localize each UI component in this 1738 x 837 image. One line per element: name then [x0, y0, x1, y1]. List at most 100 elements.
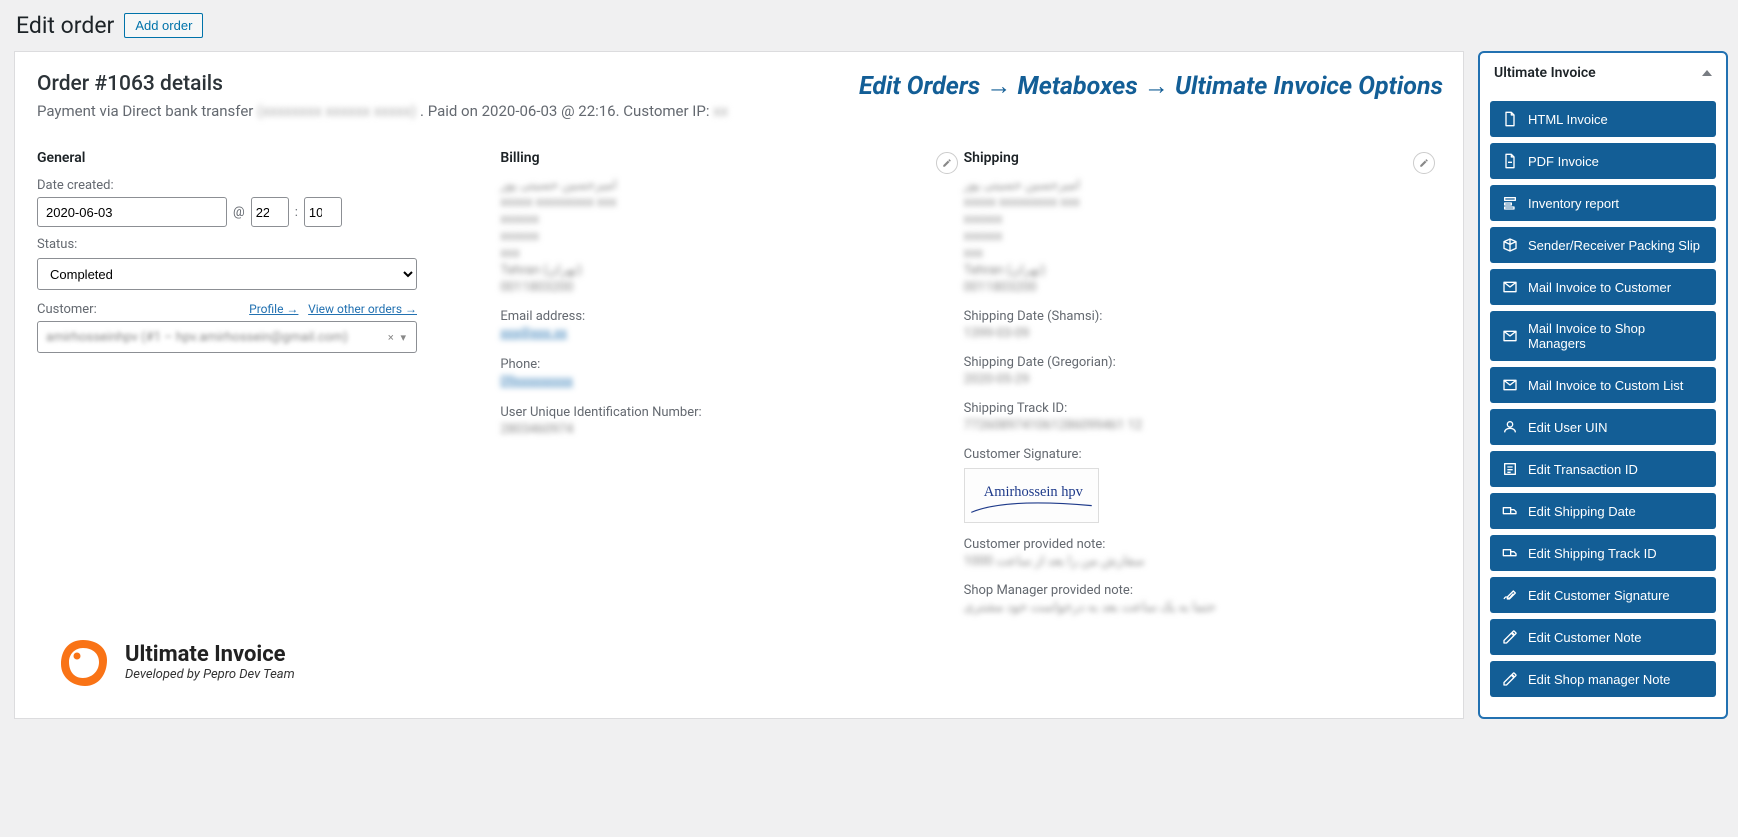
shipping-address-line: xxx — [964, 246, 1441, 261]
button-label: Mail Invoice to Custom List — [1528, 378, 1683, 393]
invoice-action-edit-customer-note[interactable]: Edit Customer Note — [1490, 619, 1716, 655]
logo-subtitle: Developed by Pepro Dev Team — [125, 667, 295, 682]
invoice-action-edit-user-uin[interactable]: Edit User UIN — [1490, 409, 1716, 445]
invoice-action-mail-invoice-to-shop-managers[interactable]: Mail Invoice to Shop Managers — [1490, 311, 1716, 361]
cust-note-label: Customer provided note: — [964, 537, 1441, 552]
mail-icon — [1502, 377, 1518, 393]
shipping-gregorian-label: Shipping Date (Gregorian): — [964, 355, 1441, 370]
edit-billing-button[interactable] — [936, 152, 958, 174]
txn-icon — [1502, 461, 1518, 477]
billing-heading: Billing — [500, 150, 943, 166]
pencil-icon — [1419, 158, 1429, 168]
svg-text:Amirhossein hpv: Amirhossein hpv — [983, 484, 1083, 500]
billing-address-line: xxxxxx — [500, 229, 943, 244]
button-label: Edit Shop manager Note — [1528, 672, 1670, 687]
hour-input[interactable] — [251, 197, 289, 227]
button-label: Edit User UIN — [1528, 420, 1607, 435]
button-label: Mail Invoice to Shop Managers — [1528, 321, 1704, 351]
button-label: Sender/Receiver Packing Slip — [1528, 238, 1700, 253]
billing-address-line: xxx — [500, 246, 943, 261]
invoice-action-mail-invoice-to-custom-list[interactable]: Mail Invoice to Custom List — [1490, 367, 1716, 403]
date-created-label: Date created: — [37, 178, 480, 193]
shipping-address-line: Tehran (تهران) — [964, 263, 1441, 278]
mgr-note-value: حتما به یک ساعت بعد به درخواست خود مشتری — [964, 600, 1441, 615]
logo-icon — [55, 634, 111, 690]
button-label: Inventory report — [1528, 196, 1619, 211]
pen-icon — [1502, 629, 1518, 645]
invoice-action-html-invoice[interactable]: HTML Invoice — [1490, 101, 1716, 137]
billing-email-link[interactable]: xxx@xxx.xx — [500, 326, 567, 341]
customer-select[interactable]: amirhosseinhpv (#1 – hpv.amirhossein@gma… — [37, 321, 417, 353]
uin-value: 2803460974 — [500, 422, 943, 437]
shipping-column: Shipping امیرحسین حسینی پور xxxxx xxxxxx… — [964, 150, 1441, 617]
status-label: Status: — [37, 237, 480, 252]
breadcrumb: Edit Orders → Metaboxes → Ultimate Invoi… — [859, 72, 1443, 101]
ultimate-invoice-metabox: Ultimate Invoice HTML Invoice PDF Invoice… — [1478, 51, 1728, 719]
signature-label: Customer Signature: — [964, 447, 1441, 462]
metabox-title: Ultimate Invoice — [1494, 65, 1596, 81]
shipping-shamsi-value: 1399-03-09 — [964, 326, 1441, 341]
invoice-action-mail-invoice-to-customer[interactable]: Mail Invoice to Customer — [1490, 269, 1716, 305]
billing-column: Billing امیرحسین حسینی پور xxxxx xxxxxxx… — [500, 150, 963, 617]
edit-shipping-button[interactable] — [1413, 152, 1435, 174]
shipping-address-line: xxxxxx — [964, 229, 1441, 244]
sig-icon — [1502, 587, 1518, 603]
at-symbol: @ — [233, 205, 245, 220]
billing-address-line: Tehran (تهران) — [500, 263, 943, 278]
billing-address-line: xxxxxx — [500, 212, 943, 227]
truck-icon — [1502, 545, 1518, 561]
invoice-action-edit-shop-manager-note[interactable]: Edit Shop manager Note — [1490, 661, 1716, 697]
customer-label: Customer: — [37, 302, 97, 317]
shipping-track-value: 7726089741061286099461 12 — [964, 418, 1441, 433]
metabox-toggle[interactable]: Ultimate Invoice — [1480, 53, 1726, 91]
button-label: Edit Shipping Date — [1528, 504, 1636, 519]
customer-signature: Amirhossein hpv — [964, 468, 1099, 523]
order-panel: Edit Orders → Metaboxes → Ultimate Invoi… — [14, 51, 1464, 719]
button-label: Mail Invoice to Customer — [1528, 280, 1671, 295]
box-icon — [1502, 237, 1518, 253]
button-label: Edit Shipping Track ID — [1528, 546, 1657, 561]
button-label: Edit Transaction ID — [1528, 462, 1638, 477]
shipping-address-line: امیرحسین حسینی پور — [964, 178, 1441, 193]
uin-label: User Unique Identification Number: — [500, 405, 943, 420]
user-icon — [1502, 419, 1518, 435]
shipping-address-line: xxxxx xxxxxxxxx xxx — [964, 195, 1441, 210]
shipping-heading: Shipping — [964, 150, 1441, 166]
mail-icon — [1502, 328, 1518, 344]
invoice-action-inventory-report[interactable]: Inventory report — [1490, 185, 1716, 221]
phone-label: Phone: — [500, 357, 943, 372]
billing-address-line: امیرحسین حسینی پور — [500, 178, 943, 193]
button-label: Edit Customer Note — [1528, 630, 1641, 645]
status-select[interactable]: Completed — [37, 258, 417, 290]
mgr-note-label: Shop Manager provided note: — [964, 583, 1441, 598]
general-column: General Date created: @ : Status: Comple… — [37, 150, 500, 617]
view-orders-link[interactable]: View other orders → — [308, 302, 417, 316]
email-label: Email address: — [500, 309, 943, 324]
shipping-address-line: 0011803200 — [964, 280, 1441, 295]
add-order-button[interactable]: Add order — [124, 13, 203, 38]
general-heading: General — [37, 150, 480, 166]
shipping-track-label: Shipping Track ID: — [964, 401, 1441, 416]
pencil-icon — [942, 158, 952, 168]
doc-icon — [1502, 111, 1518, 127]
profile-link[interactable]: Profile → — [249, 302, 298, 316]
button-label: HTML Invoice — [1528, 112, 1608, 127]
page-title: Edit order — [16, 12, 114, 39]
caret-up-icon — [1702, 70, 1712, 76]
logo-title: Ultimate Invoice — [125, 642, 295, 667]
billing-phone-link[interactable]: 09xxxxxxxxx — [500, 374, 573, 389]
invoice-action-edit-shipping-date[interactable]: Edit Shipping Date — [1490, 493, 1716, 529]
plugin-logo: Ultimate Invoice Developed by Pepro Dev … — [55, 634, 295, 690]
invoice-action-edit-transaction-id[interactable]: Edit Transaction ID — [1490, 451, 1716, 487]
invoice-action-edit-customer-signature[interactable]: Edit Customer Signature — [1490, 577, 1716, 613]
shipping-gregorian-value: 2020-05-29 — [964, 372, 1441, 387]
invoice-action-sender-receiver-packing-slip[interactable]: Sender/Receiver Packing Slip — [1490, 227, 1716, 263]
invoice-action-pdf-invoice[interactable]: PDF Invoice — [1490, 143, 1716, 179]
shipping-address-line: xxxxxx — [964, 212, 1441, 227]
invoice-action-edit-shipping-track-id[interactable]: Edit Shipping Track ID — [1490, 535, 1716, 571]
minute-input[interactable] — [304, 197, 342, 227]
date-created-input[interactable] — [37, 197, 227, 227]
button-label: PDF Invoice — [1528, 154, 1599, 169]
shipping-shamsi-label: Shipping Date (Shamsi): — [964, 309, 1441, 324]
truck-icon — [1502, 503, 1518, 519]
